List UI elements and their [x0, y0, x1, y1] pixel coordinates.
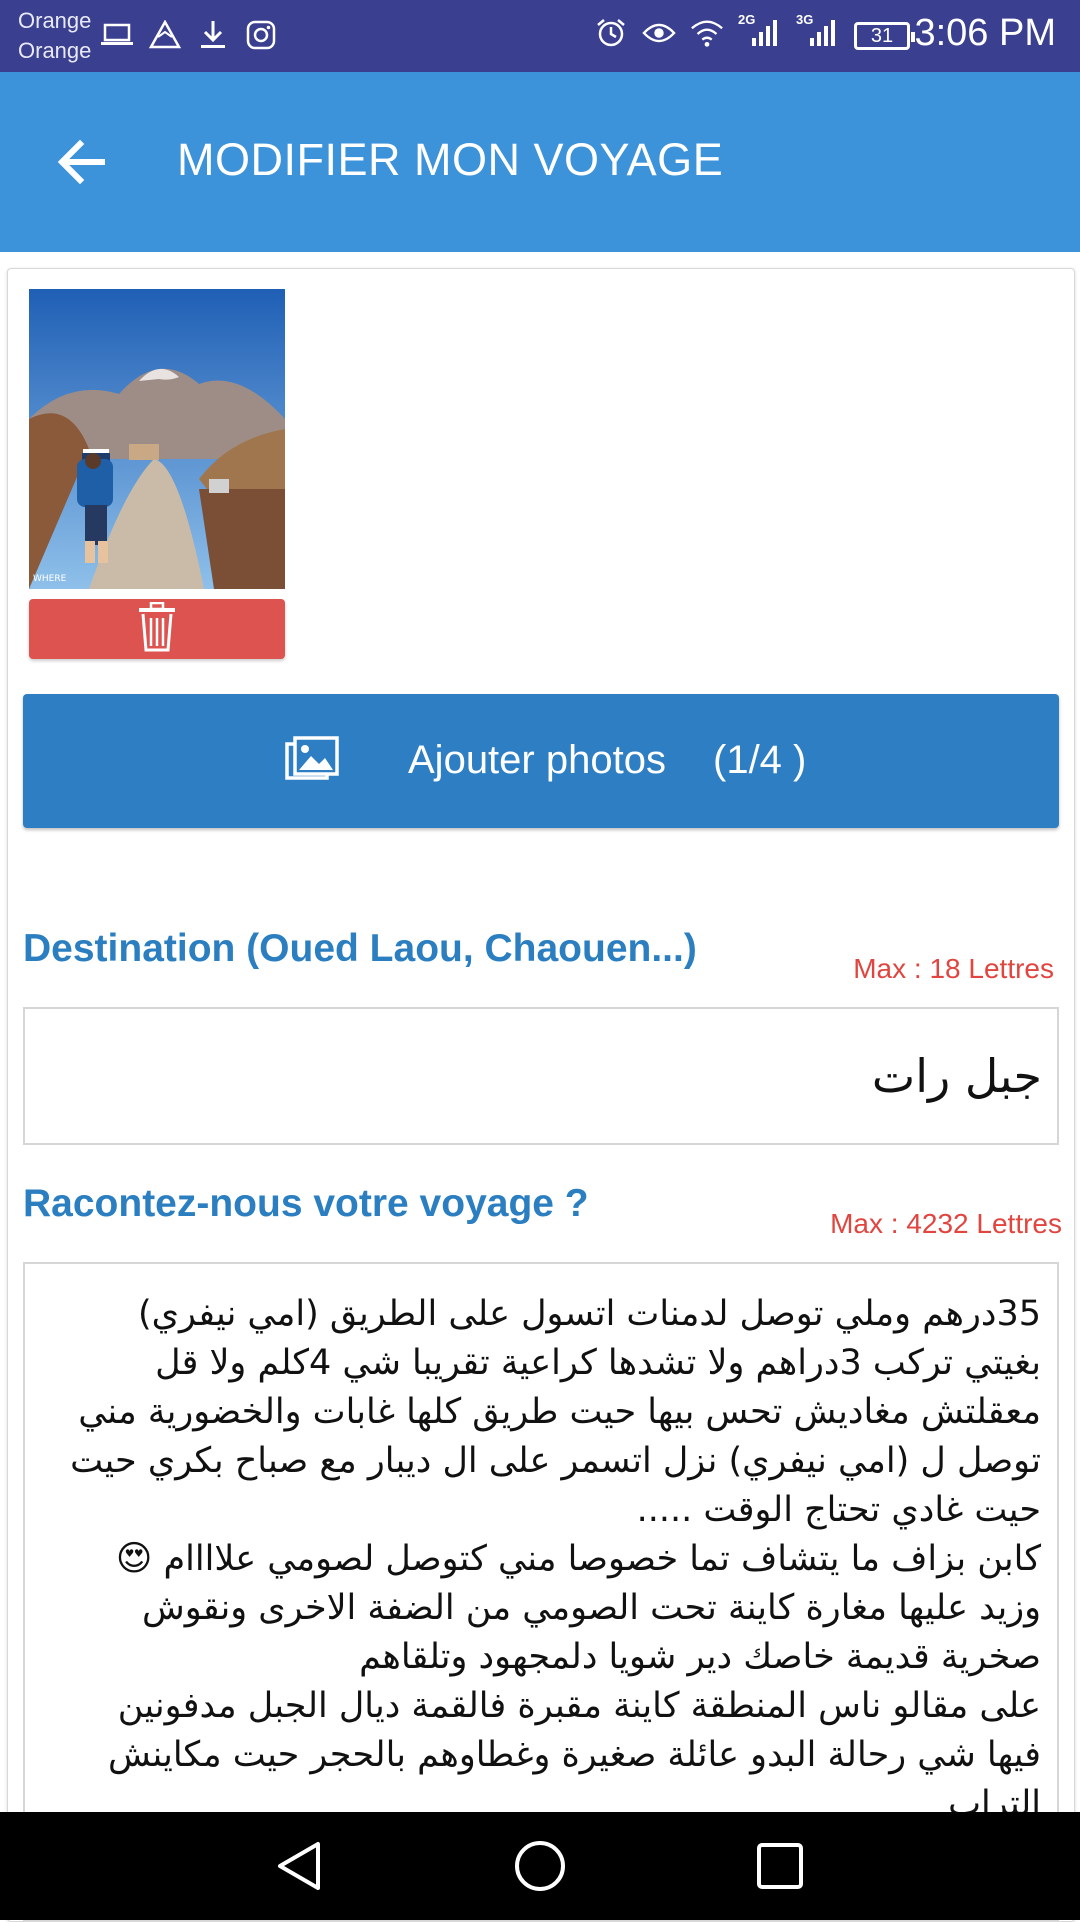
- add-photos-label: Ajouter photos: [408, 738, 666, 782]
- photo-thumbnail[interactable]: WHERE: [29, 289, 285, 589]
- trash-icon: [137, 601, 177, 657]
- nav-recents-icon[interactable]: [750, 1836, 810, 1896]
- network-3g-label: 3G: [796, 12, 814, 27]
- status-time: 3:06 PM: [914, 12, 1056, 54]
- photos-count: (1/4 ): [713, 738, 807, 782]
- alarm-icon: [594, 16, 628, 50]
- story-title: Racontez-nous votre voyage ?: [23, 1182, 589, 1225]
- delete-photo-button[interactable]: [29, 599, 285, 659]
- edit-trip-card: WHERE Ajouter photos (1/4 ) Destination …: [7, 268, 1075, 1922]
- battery-icon: 31: [854, 22, 915, 50]
- trip-photo-illustration: WHERE: [29, 289, 285, 589]
- nav-home-icon[interactable]: [510, 1836, 570, 1896]
- eye-icon: [642, 16, 676, 50]
- app-bar: MODIFIER MON VOYAGE: [0, 72, 1080, 252]
- signal-2g-icon: 2G: [738, 12, 782, 50]
- page-title: MODIFIER MON VOYAGE: [177, 134, 724, 185]
- network-2g-label: 2G: [738, 12, 756, 27]
- nav-back-icon[interactable]: [270, 1836, 330, 1896]
- battery-level: 31: [870, 24, 894, 47]
- laptop-icon: [100, 18, 134, 52]
- story-max-label: Max : 4232 Lettres: [830, 1208, 1062, 1239]
- carrier-label: Orange Orange: [18, 6, 91, 66]
- destination-title: Destination (Oued Laou, Chaouen...): [23, 927, 697, 970]
- instagram-icon: [244, 18, 278, 52]
- add-photos-button[interactable]: Ajouter photos (1/4 ): [23, 694, 1059, 828]
- story-value: 35درهم وملي توصل لدمنات اتسول على الطريق…: [70, 1294, 1041, 1824]
- carrier-line-2: Orange: [18, 38, 92, 63]
- navigation-bar: [0, 1812, 1080, 1920]
- destination-field[interactable]: جبل رات: [23, 1007, 1059, 1145]
- destination-value: جبل رات: [871, 1049, 1042, 1103]
- carrier-line-1: Orange: [18, 8, 92, 33]
- photo-watermark: WHERE: [33, 574, 67, 584]
- destination-max-label: Max : 18 Lettres: [853, 953, 1054, 984]
- mountain-icon: [148, 18, 182, 52]
- wifi-icon: [690, 16, 724, 50]
- images-icon: [285, 736, 339, 789]
- signal-3g-icon: 3G: [796, 12, 840, 50]
- arrow-left-icon[interactable]: [50, 130, 114, 194]
- status-bar: Orange Orange 2G 3G 31 3:06 PM: [0, 0, 1080, 72]
- download-icon: [196, 18, 230, 52]
